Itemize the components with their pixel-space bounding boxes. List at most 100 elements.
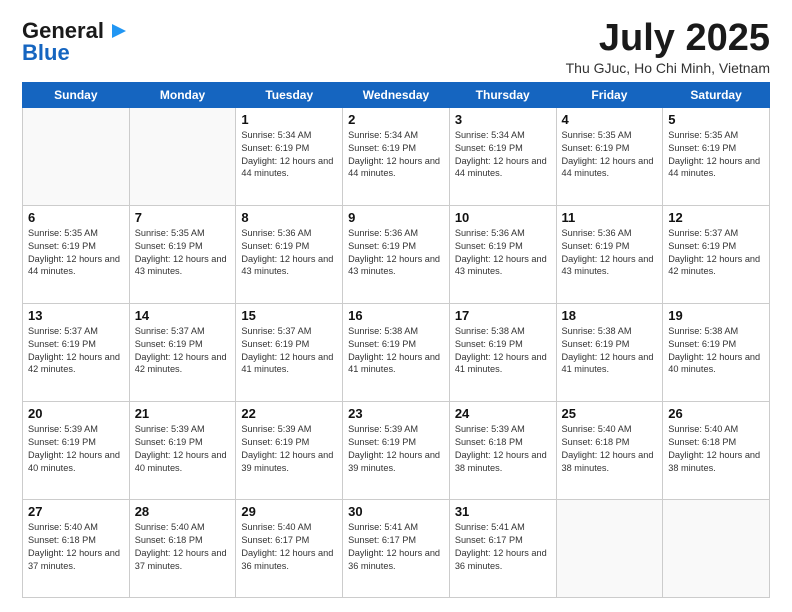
calendar-cell: 20Sunrise: 5:39 AM Sunset: 6:19 PM Dayli… [23, 401, 130, 499]
day-number: 11 [562, 210, 658, 225]
calendar-cell [663, 499, 770, 597]
logo-icon [106, 20, 128, 42]
day-info: Sunrise: 5:39 AM Sunset: 6:19 PM Dayligh… [28, 423, 124, 475]
calendar-cell: 9Sunrise: 5:36 AM Sunset: 6:19 PM Daylig… [343, 205, 450, 303]
calendar-cell: 1 Sunrise: 5:34 AM Sunset: 6:19 PM Daylig… [236, 107, 343, 205]
day-info: Sunrise: 5:39 AM Sunset: 6:19 PM Dayligh… [348, 423, 444, 475]
calendar-day-header: Saturday [663, 82, 770, 107]
calendar-table: SundayMondayTuesdayWednesdayThursdayFrid… [22, 82, 770, 598]
day-number: 10 [455, 210, 551, 225]
day-info: Sunrise: 5:39 AM Sunset: 6:19 PM Dayligh… [135, 423, 231, 475]
day-info: Sunrise: 5:34 AM Sunset: 6:19 PM Dayligh… [455, 129, 551, 181]
day-info: Sunrise: 5:34 AM Sunset: 6:19 PM Dayligh… [348, 129, 444, 181]
calendar-cell: 10 Sunrise: 5:36 AM Sunset: 6:19 PM Dayli… [449, 205, 556, 303]
calendar-cell [556, 499, 663, 597]
calendar-cell: 13Sunrise: 5:37 AM Sunset: 6:19 PM Dayli… [23, 303, 130, 401]
day-info: Sunrise: 5:38 AM Sunset: 6:19 PM Dayligh… [455, 325, 551, 377]
day-number: 8 [241, 210, 337, 225]
day-info: Sunrise: 5:38 AM Sunset: 6:19 PM Dayligh… [348, 325, 444, 377]
calendar-week-row: 13 Sunrise: 5:37 AM Sunset: 6:19 PM Dayli… [23, 303, 770, 401]
day-number: 12 [668, 210, 764, 225]
calendar-cell: 28Sunrise: 5:40 AM Sunset: 6:18 PM Dayli… [129, 499, 236, 597]
day-number: 27 [28, 504, 124, 519]
calendar-cell: 25Sunrise: 5:40 AM Sunset: 6:18 PM Dayli… [556, 401, 663, 499]
calendar-cell: 11 Sunrise: 5:36 AM Sunset: 6:19 PM Dayli… [556, 205, 663, 303]
calendar-header-row: SundayMondayTuesdayWednesdayThursdayFrid… [23, 82, 770, 107]
calendar-cell: 5Sunrise: 5:35 AM Sunset: 6:19 PM Daylig… [663, 107, 770, 205]
logo-blue: Blue [22, 40, 70, 66]
calendar-week-row: 27Sunrise: 5:40 AM Sunset: 6:18 PM Dayli… [23, 499, 770, 597]
calendar-cell: 30Sunrise: 5:41 AM Sunset: 6:17 PM Dayli… [343, 499, 450, 597]
day-number: 14 [135, 308, 231, 323]
day-info: Sunrise: 5:40 AM Sunset: 6:18 PM Dayligh… [562, 423, 658, 475]
day-info: Sunrise: 5:40 AM Sunset: 6:18 PM Dayligh… [668, 423, 764, 475]
month-title: July 2025 [566, 18, 770, 60]
calendar-cell: 2 Sunrise: 5:34 AM Sunset: 6:19 PM Daylig… [343, 107, 450, 205]
day-info: Sunrise: 5:35 AM Sunset: 6:19 PM Dayligh… [562, 129, 658, 181]
calendar-day-header: Tuesday [236, 82, 343, 107]
subtitle: Thu GJuc, Ho Chi Minh, Vietnam [566, 60, 770, 76]
header: General Blue July 2025 Thu GJuc, Ho Chi … [22, 18, 770, 76]
calendar-day-header: Monday [129, 82, 236, 107]
day-info: Sunrise: 5:37 AM Sunset: 6:19 PM Dayligh… [135, 325, 231, 377]
day-info: Sunrise: 5:39 AM Sunset: 6:18 PM Dayligh… [455, 423, 551, 475]
day-info: Sunrise: 5:40 AM Sunset: 6:17 PM Dayligh… [241, 521, 337, 573]
day-info: Sunrise: 5:41 AM Sunset: 6:17 PM Dayligh… [348, 521, 444, 573]
day-info: Sunrise: 5:34 AM Sunset: 6:19 PM Dayligh… [241, 129, 337, 181]
logo: General Blue [22, 18, 128, 66]
calendar-cell: 31 Sunrise: 5:41 AM Sunset: 6:17 PM Dayli… [449, 499, 556, 597]
day-number: 18 [562, 308, 658, 323]
calendar-cell: 3 Sunrise: 5:34 AM Sunset: 6:19 PM Daylig… [449, 107, 556, 205]
calendar-cell: 16 Sunrise: 5:38 AM Sunset: 6:19 PM Dayli… [343, 303, 450, 401]
day-info: Sunrise: 5:37 AM Sunset: 6:19 PM Dayligh… [668, 227, 764, 279]
day-info: Sunrise: 5:35 AM Sunset: 6:19 PM Dayligh… [28, 227, 124, 279]
day-number: 13 [28, 308, 124, 323]
day-number: 21 [135, 406, 231, 421]
calendar-cell: 15Sunrise: 5:37 AM Sunset: 6:19 PM Dayli… [236, 303, 343, 401]
calendar-cell: 4 Sunrise: 5:35 AM Sunset: 6:19 PM Daylig… [556, 107, 663, 205]
calendar-cell: 12 Sunrise: 5:37 AM Sunset: 6:19 PM Dayli… [663, 205, 770, 303]
calendar-cell: 8Sunrise: 5:36 AM Sunset: 6:19 PM Daylig… [236, 205, 343, 303]
day-number: 16 [348, 308, 444, 323]
calendar-cell: 7 Sunrise: 5:35 AM Sunset: 6:19 PM Daylig… [129, 205, 236, 303]
calendar-day-header: Friday [556, 82, 663, 107]
calendar-day-header: Wednesday [343, 82, 450, 107]
calendar-cell: 17 Sunrise: 5:38 AM Sunset: 6:19 PM Dayli… [449, 303, 556, 401]
day-info: Sunrise: 5:36 AM Sunset: 6:19 PM Dayligh… [348, 227, 444, 279]
day-info: Sunrise: 5:38 AM Sunset: 6:19 PM Dayligh… [668, 325, 764, 377]
day-number: 6 [28, 210, 124, 225]
day-info: Sunrise: 5:39 AM Sunset: 6:19 PM Dayligh… [241, 423, 337, 475]
calendar-week-row: 6 Sunrise: 5:35 AM Sunset: 6:19 PM Daylig… [23, 205, 770, 303]
day-number: 28 [135, 504, 231, 519]
day-number: 7 [135, 210, 231, 225]
calendar-day-header: Thursday [449, 82, 556, 107]
day-info: Sunrise: 5:37 AM Sunset: 6:19 PM Dayligh… [241, 325, 337, 377]
day-number: 4 [562, 112, 658, 127]
page: General Blue July 2025 Thu GJuc, Ho Chi … [0, 0, 792, 612]
day-info: Sunrise: 5:36 AM Sunset: 6:19 PM Dayligh… [562, 227, 658, 279]
day-number: 3 [455, 112, 551, 127]
calendar-cell [129, 107, 236, 205]
day-number: 17 [455, 308, 551, 323]
day-info: Sunrise: 5:35 AM Sunset: 6:19 PM Dayligh… [135, 227, 231, 279]
calendar-cell: 6 Sunrise: 5:35 AM Sunset: 6:19 PM Daylig… [23, 205, 130, 303]
calendar-cell: 26Sunrise: 5:40 AM Sunset: 6:18 PM Dayli… [663, 401, 770, 499]
day-number: 24 [455, 406, 551, 421]
calendar-cell: 27Sunrise: 5:40 AM Sunset: 6:18 PM Dayli… [23, 499, 130, 597]
day-number: 2 [348, 112, 444, 127]
calendar-cell [23, 107, 130, 205]
calendar-cell: 23 Sunrise: 5:39 AM Sunset: 6:19 PM Dayli… [343, 401, 450, 499]
day-number: 31 [455, 504, 551, 519]
day-info: Sunrise: 5:41 AM Sunset: 6:17 PM Dayligh… [455, 521, 551, 573]
calendar-cell: 21 Sunrise: 5:39 AM Sunset: 6:19 PM Dayli… [129, 401, 236, 499]
day-info: Sunrise: 5:38 AM Sunset: 6:19 PM Dayligh… [562, 325, 658, 377]
day-info: Sunrise: 5:36 AM Sunset: 6:19 PM Dayligh… [455, 227, 551, 279]
day-number: 1 [241, 112, 337, 127]
day-number: 23 [348, 406, 444, 421]
title-block: July 2025 Thu GJuc, Ho Chi Minh, Vietnam [566, 18, 770, 76]
calendar-cell: 18 Sunrise: 5:38 AM Sunset: 6:19 PM Dayli… [556, 303, 663, 401]
day-number: 19 [668, 308, 764, 323]
day-number: 29 [241, 504, 337, 519]
calendar-cell: 14 Sunrise: 5:37 AM Sunset: 6:19 PM Dayli… [129, 303, 236, 401]
day-number: 22 [241, 406, 337, 421]
